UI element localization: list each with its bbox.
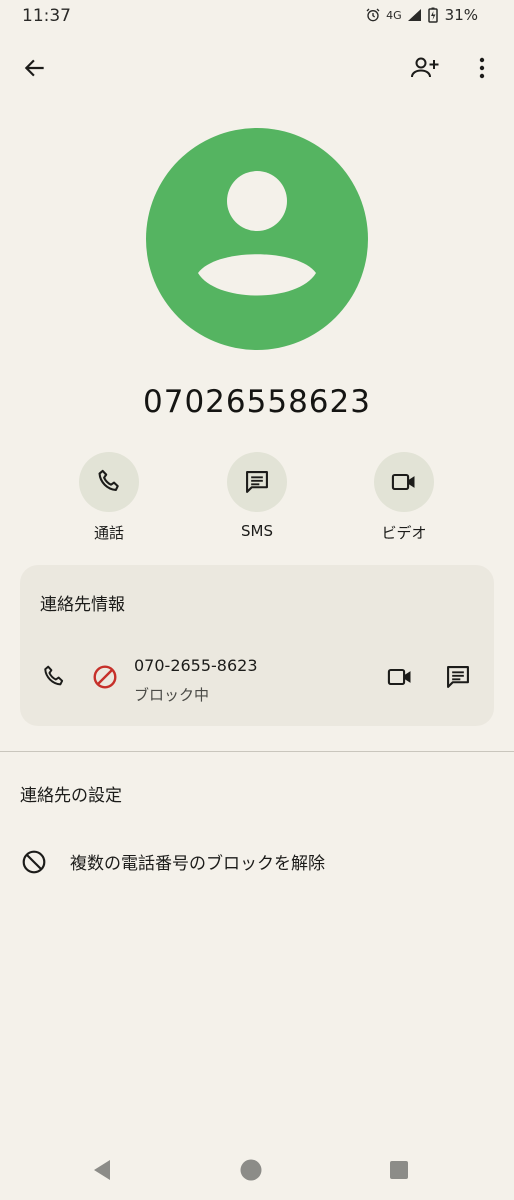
nav-back-icon (94, 1160, 110, 1180)
more-options-button[interactable] (460, 46, 504, 90)
call-action-label: 通話 (93, 524, 124, 542)
row-message-button[interactable] (438, 659, 478, 695)
contact-info-card: 連絡先情報 070-2655-8623 ブロック中 (20, 565, 494, 726)
section-divider (0, 751, 514, 752)
message-icon (447, 666, 469, 688)
person-icon (198, 171, 316, 296)
video-action-circle[interactable] (374, 452, 434, 512)
contact-name: 07026558623 (143, 384, 371, 420)
nav-home-icon (240, 1159, 262, 1181)
nav-recents-icon (390, 1161, 408, 1179)
unblock-numbers-label: 複数の電話番号のブロックを解除 (70, 854, 325, 874)
video-action-label: ビデオ (381, 524, 427, 542)
nav-home-button[interactable] (237, 1156, 265, 1184)
contact-settings-title: 連絡先の設定 (20, 786, 122, 806)
app-bar (0, 40, 514, 96)
unblock-numbers-row[interactable]: 複数の電話番号のブロックを解除 (0, 836, 514, 884)
sms-action-button[interactable]: SMS (207, 452, 307, 540)
block-icon (18, 846, 50, 878)
nav-back-button[interactable] (88, 1156, 116, 1184)
contact-avatar (146, 128, 368, 350)
row-phone-icon[interactable] (36, 659, 72, 695)
row-video-call-button[interactable] (380, 659, 420, 695)
phone-number-row[interactable]: 070-2655-8623 ブロック中 (20, 653, 494, 709)
back-button[interactable] (13, 46, 57, 90)
signal-icon (407, 8, 423, 22)
call-action-circle[interactable] (79, 452, 139, 512)
alarm-icon (365, 7, 381, 23)
call-action-button[interactable]: 通話 (59, 452, 159, 543)
phone-number: 070-2655-8623 (134, 656, 258, 675)
status-bar: 11:37 4G 31% (0, 0, 514, 32)
video-action-button[interactable]: ビデオ (354, 452, 454, 543)
status-icons: 4G 31% (365, 6, 478, 24)
blocked-icon (87, 659, 123, 695)
back-arrow-icon (24, 59, 44, 77)
status-time: 11:37 (22, 6, 71, 26)
contact-detail-screen: 11:37 4G 31% 07026558623 通話 SMS ビデオ 連絡先情… (0, 0, 514, 1200)
videocam-icon (391, 473, 415, 491)
network-type: 4G (386, 8, 402, 22)
add-contact-button[interactable] (403, 46, 447, 90)
battery-charging-icon (427, 7, 438, 23)
message-icon (246, 471, 268, 493)
sms-action-label: SMS (241, 522, 273, 540)
battery-percent: 31% (444, 6, 478, 24)
more-vert-icon (479, 57, 485, 79)
system-nav-bar (0, 1140, 514, 1200)
add-contact-icon (411, 57, 439, 78)
sms-action-circle[interactable] (227, 452, 287, 512)
block-status: ブロック中 (134, 686, 210, 704)
nav-recents-button[interactable] (385, 1156, 413, 1184)
contact-info-title: 連絡先情報 (40, 595, 125, 615)
phone-icon (98, 469, 119, 491)
videocam-icon (387, 668, 411, 686)
